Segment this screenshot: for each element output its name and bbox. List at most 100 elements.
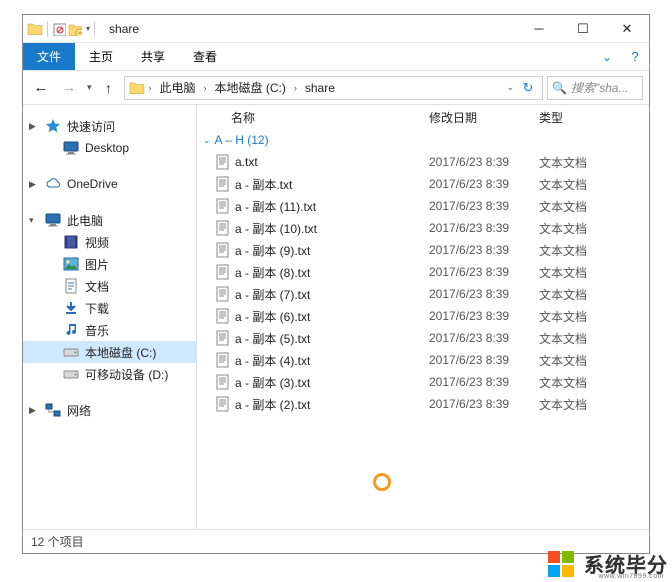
sidebar-item-thispc[interactable]: ▾ 此电脑: [23, 209, 196, 231]
minimize-button[interactable]: ─: [517, 15, 561, 43]
item-count: 12 个项目: [31, 533, 84, 550]
chevron-down-icon[interactable]: ▾: [29, 215, 39, 226]
address-dropdown-icon[interactable]: ⌄: [506, 82, 516, 93]
textfile-icon: [215, 286, 231, 302]
sidebar-item-network[interactable]: ▶ 网络: [23, 399, 196, 421]
ribbon-expand-button[interactable]: ⌄: [593, 43, 621, 70]
file-type: 文本文档: [539, 154, 619, 171]
crumb-localdisk[interactable]: 本地磁盘 (C:): [211, 79, 290, 96]
file-date: 2017/6/23 8:39: [429, 309, 539, 323]
sidebar-item-removable[interactable]: 可移动设备 (D:): [23, 363, 196, 385]
textfile-icon: [215, 396, 231, 412]
download-icon: [63, 300, 79, 316]
help-button[interactable]: ?: [621, 43, 649, 70]
sidebar-item-desktop[interactable]: Desktop: [23, 137, 196, 159]
star-icon: [45, 118, 61, 134]
textfile-icon: [215, 374, 231, 390]
file-row[interactable]: a - 副本 (11).txt2017/6/23 8:39文本文档: [197, 195, 649, 217]
file-row[interactable]: a - 副本 (5).txt2017/6/23 8:39文本文档: [197, 327, 649, 349]
chevron-down-icon[interactable]: ⌄: [203, 135, 215, 146]
sidebar-item-pictures[interactable]: 图片: [23, 253, 196, 275]
history-dropdown-icon[interactable]: ▾: [85, 82, 94, 93]
textfile-icon: [215, 198, 231, 214]
sidebar-item-localdisk[interactable]: 本地磁盘 (C:): [23, 341, 196, 363]
file-name: a - 副本 (8).txt: [235, 264, 429, 281]
qat-properties-icon[interactable]: [52, 22, 66, 36]
tab-view[interactable]: 查看: [179, 43, 231, 70]
file-row[interactable]: a - 副本 (8).txt2017/6/23 8:39文本文档: [197, 261, 649, 283]
file-date: 2017/6/23 8:39: [429, 353, 539, 367]
chevron-right-icon[interactable]: ›: [202, 83, 209, 93]
forward-button[interactable]: →: [57, 76, 81, 100]
up-button[interactable]: ↑: [98, 77, 120, 99]
qat-newfolder-icon[interactable]: [68, 22, 82, 36]
sidebar-item-downloads[interactable]: 下载: [23, 297, 196, 319]
file-row[interactable]: a.txt2017/6/23 8:39文本文档: [197, 151, 649, 173]
textfile-icon: [215, 242, 231, 258]
sidebar-item-music[interactable]: 音乐: [23, 319, 196, 341]
music-icon: [63, 322, 79, 338]
file-row[interactable]: a - 副本 (6).txt2017/6/23 8:39文本文档: [197, 305, 649, 327]
file-date: 2017/6/23 8:39: [429, 155, 539, 169]
file-type: 文本文档: [539, 286, 619, 303]
column-date[interactable]: 修改日期: [429, 109, 539, 126]
sidebar-item-quickaccess[interactable]: ▶ 快速访问: [23, 115, 196, 137]
column-name[interactable]: 名称: [231, 109, 429, 126]
group-header[interactable]: ⌄ A – H (12): [197, 129, 649, 151]
chevron-right-icon[interactable]: ▶: [29, 179, 39, 190]
file-date: 2017/6/23 8:39: [429, 177, 539, 191]
sidebar-item-onedrive[interactable]: ▶ OneDrive: [23, 173, 196, 195]
textfile-icon: [215, 176, 231, 192]
file-name: a - 副本 (7).txt: [235, 286, 429, 303]
file-type: 文本文档: [539, 242, 619, 259]
maximize-button[interactable]: ☐: [561, 15, 605, 43]
sidebar-item-documents[interactable]: 文档: [23, 275, 196, 297]
file-type: 文本文档: [539, 198, 619, 215]
file-type: 文本文档: [539, 396, 619, 413]
close-button[interactable]: ✕: [605, 15, 649, 43]
file-row[interactable]: a - 副本.txt2017/6/23 8:39文本文档: [197, 173, 649, 195]
crumb-thispc[interactable]: 此电脑: [156, 79, 200, 96]
chevron-right-icon[interactable]: ›: [292, 83, 299, 93]
folder-icon: [129, 80, 145, 96]
nav-tree: ▶ 快速访问 Desktop ▶ OneDrive ▾: [23, 105, 197, 529]
file-row[interactable]: a - 副本 (3).txt2017/6/23 8:39文本文档: [197, 371, 649, 393]
file-row[interactable]: a - 副本 (10).txt2017/6/23 8:39文本文档: [197, 217, 649, 239]
file-date: 2017/6/23 8:39: [429, 243, 539, 257]
crumb-share[interactable]: share: [301, 81, 339, 95]
file-row[interactable]: a - 副本 (7).txt2017/6/23 8:39文本文档: [197, 283, 649, 305]
file-name: a - 副本 (10).txt: [235, 220, 429, 237]
file-date: 2017/6/23 8:39: [429, 221, 539, 235]
file-date: 2017/6/23 8:39: [429, 397, 539, 411]
file-row[interactable]: a - 副本 (2).txt2017/6/23 8:39文本文档: [197, 393, 649, 415]
watermark: 系统毕分 www.win7999.com: [548, 549, 668, 578]
file-type: 文本文档: [539, 352, 619, 369]
chevron-right-icon[interactable]: ›: [147, 83, 154, 93]
tab-home[interactable]: 主页: [75, 43, 127, 70]
monitor-icon: [45, 212, 61, 228]
textfile-icon: [215, 308, 231, 324]
file-type: 文本文档: [539, 264, 619, 281]
chevron-right-icon[interactable]: ▶: [29, 121, 39, 132]
sidebar-item-videos[interactable]: 视频: [23, 231, 196, 253]
search-input[interactable]: 🔍 搜索"sha...: [547, 76, 643, 100]
qat-dropdown-icon[interactable]: ▾: [84, 24, 90, 33]
column-type[interactable]: 类型: [539, 109, 619, 126]
textfile-icon: [215, 264, 231, 280]
textfile-icon: [215, 330, 231, 346]
refresh-button[interactable]: ↻: [518, 78, 538, 98]
address-bar[interactable]: › 此电脑 › 本地磁盘 (C:) › share ⌄ ↻: [124, 76, 543, 100]
file-row[interactable]: a - 副本 (4).txt2017/6/23 8:39文本文档: [197, 349, 649, 371]
back-button[interactable]: ←: [29, 76, 53, 100]
file-row[interactable]: a - 副本 (9).txt2017/6/23 8:39文本文档: [197, 239, 649, 261]
file-type: 文本文档: [539, 176, 619, 193]
drive-icon: [63, 366, 79, 382]
chevron-right-icon[interactable]: ▶: [29, 405, 39, 416]
file-name: a - 副本 (9).txt: [235, 242, 429, 259]
drive-icon: [63, 344, 79, 360]
tab-file[interactable]: 文件: [23, 43, 75, 70]
file-date: 2017/6/23 8:39: [429, 265, 539, 279]
file-name: a - 副本 (2).txt: [235, 396, 429, 413]
file-name: a - 副本.txt: [235, 176, 429, 193]
tab-share[interactable]: 共享: [127, 43, 179, 70]
